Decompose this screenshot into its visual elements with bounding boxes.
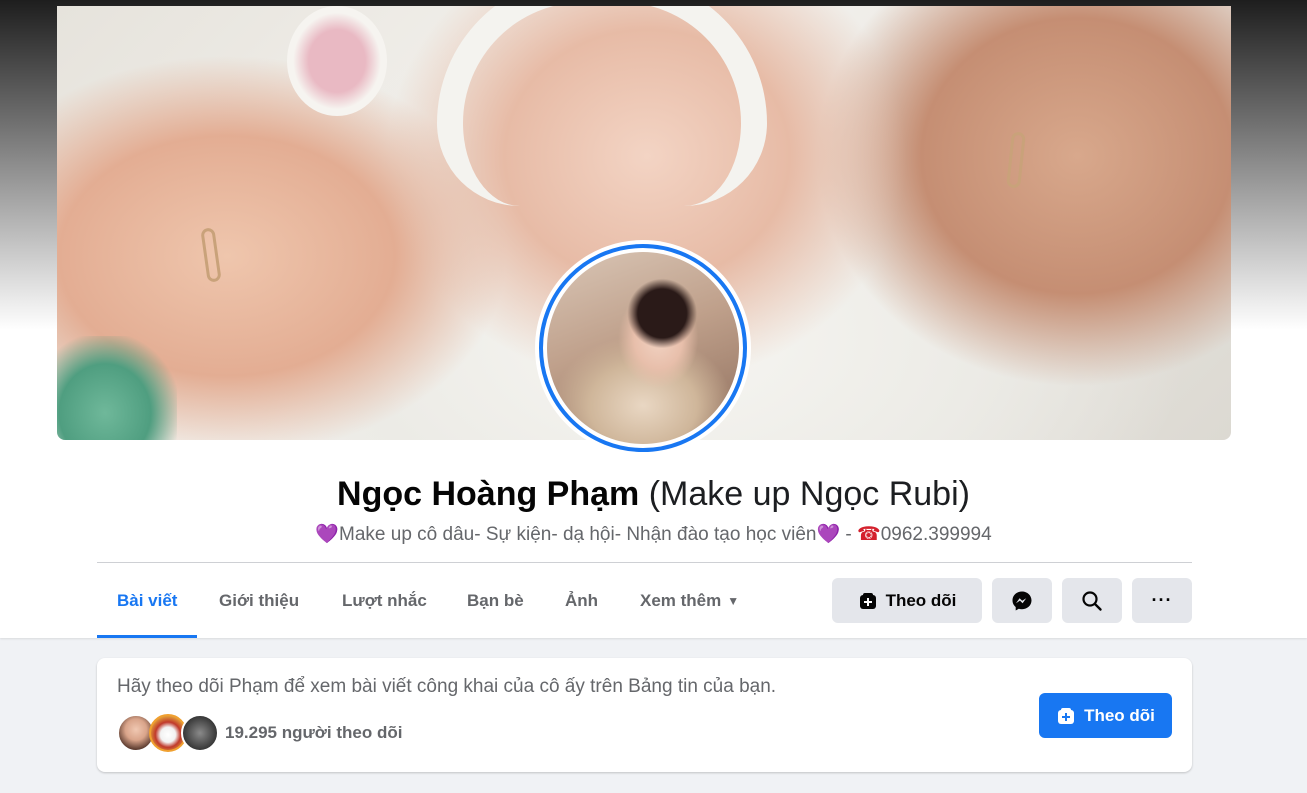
bio-phone: 0962.399994	[880, 524, 992, 545]
profile-name: Ngọc Hoàng Phạm	[337, 475, 640, 513]
messenger-icon	[1012, 591, 1032, 610]
follow-button[interactable]: Theo dõi	[832, 578, 982, 623]
profile-avatar[interactable]	[535, 240, 751, 456]
follow-prompt-card: Hãy theo dõi Phạm để xem bài viết công k…	[97, 658, 1192, 772]
tab-label: Xem thêm	[640, 591, 722, 610]
tab-friends[interactable]: Bạn bè	[467, 563, 524, 638]
follow-primary-button[interactable]: Theo dõi	[1039, 693, 1172, 738]
search-icon	[1082, 590, 1102, 611]
tab-mentions[interactable]: Lượt nhắc	[342, 563, 427, 638]
tab-photos[interactable]: Ảnh	[565, 563, 598, 638]
tab-posts[interactable]: Bài viết	[97, 563, 198, 638]
bio-text: Make up cô dâu- Sự kiện- dạ hội- Nhận đà…	[339, 524, 817, 545]
purple-heart-icon: 💜	[315, 524, 340, 545]
more-options-button[interactable]: ···	[1132, 578, 1192, 623]
follow-plus-icon	[1058, 707, 1075, 724]
avatar-image	[547, 252, 739, 444]
tab-label: Bài viết	[117, 591, 178, 610]
follow-plus-icon	[859, 592, 876, 609]
cover-leaves-shape	[57, 336, 177, 440]
cover-ear-shape	[287, 6, 387, 116]
followers-summary[interactable]: 19.295 người theo dõi	[117, 714, 402, 752]
tab-label: Giới thiệu	[219, 591, 300, 610]
cover-ring-right	[1006, 131, 1026, 189]
messenger-button[interactable]	[992, 578, 1052, 623]
more-icon: ···	[1151, 590, 1173, 610]
telephone-icon: ☎	[857, 524, 881, 545]
profile-bio: 💜Make up cô dâu- Sự kiện- dạ hội- Nhận đ…	[0, 522, 1307, 548]
avatar-story-ring	[539, 244, 747, 452]
tab-about[interactable]: Giới thiệu	[219, 563, 299, 638]
follow-primary-label: Theo dõi	[1084, 705, 1155, 725]
tab-label: Ảnh	[565, 591, 599, 610]
tab-label: Lượt nhắc	[342, 591, 427, 610]
followers-count: 19.295 người theo dõi	[225, 723, 403, 742]
bio-separator: -	[840, 524, 858, 545]
profile-name-line: Ngọc Hoàng Phạm (Make up Ngọc Rubi)	[0, 472, 1307, 516]
tab-label: Bạn bè	[467, 591, 524, 610]
cover-bonnet-shape	[437, 6, 767, 206]
follow-prompt-text: Hãy theo dõi Phạm để xem bài viết công k…	[117, 676, 777, 697]
follower-avatar	[181, 714, 219, 752]
caret-down-icon: ▼	[727, 594, 740, 609]
search-button[interactable]	[1062, 578, 1122, 623]
purple-heart-icon: 💜	[816, 524, 841, 545]
tab-see-more[interactable]: Xem thêm ▼	[640, 563, 739, 638]
cover-ring-left	[200, 227, 222, 283]
profile-alt-name: (Make up Ngọc Rubi)	[648, 475, 970, 513]
follow-button-label: Theo dõi	[885, 590, 957, 610]
